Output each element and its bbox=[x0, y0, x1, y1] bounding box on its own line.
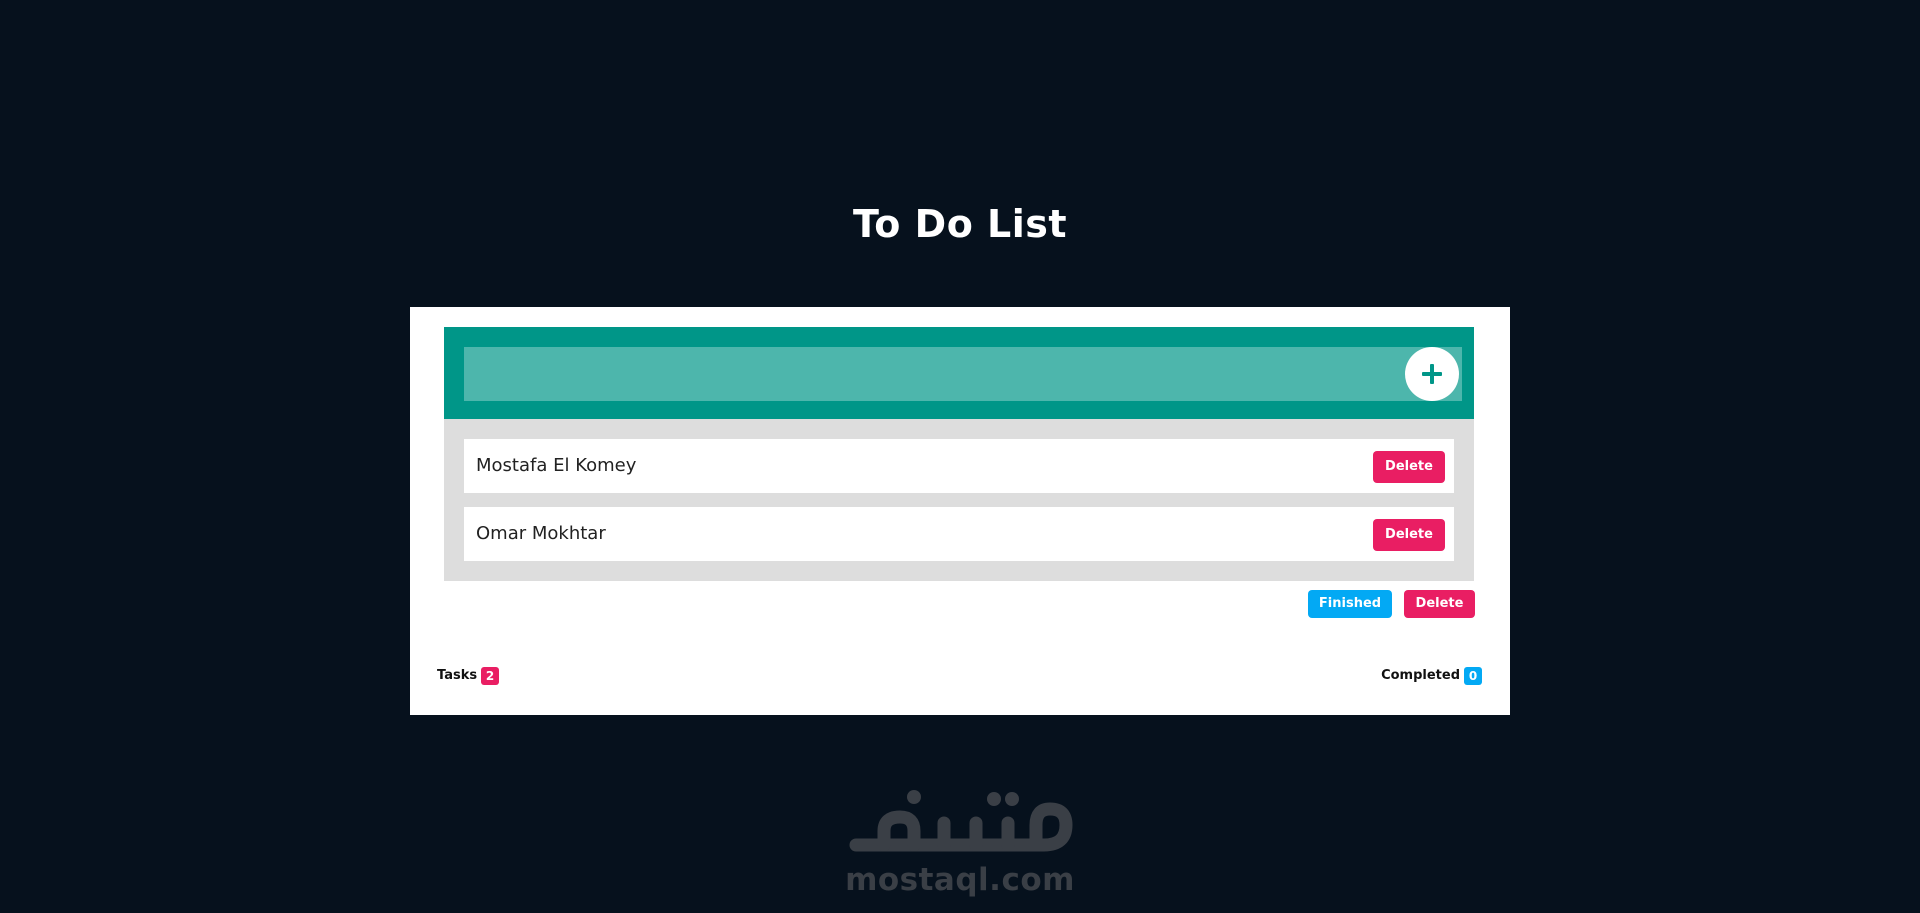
task-input[interactable] bbox=[464, 347, 1462, 401]
task-item: Mostafa El Komey Delete bbox=[464, 439, 1454, 493]
add-task-button[interactable] bbox=[1405, 347, 1459, 401]
tasks-count-label: Tasks bbox=[437, 668, 478, 683]
task-text[interactable]: Mostafa El Komey bbox=[476, 439, 636, 493]
todo-card: Mostafa El Komey Delete Omar Mokhtar Del… bbox=[410, 307, 1510, 715]
task-list: Mostafa El Komey Delete Omar Mokhtar Del… bbox=[444, 419, 1474, 581]
mostaql-url: mostaql.com bbox=[845, 862, 1075, 898]
mostaql-watermark: mostaql.com bbox=[844, 783, 1076, 897]
task-item: Omar Mokhtar Delete bbox=[464, 507, 1454, 561]
completed-count-stat: Completed 0 bbox=[1381, 667, 1482, 685]
completed-count-badge: 0 bbox=[1464, 667, 1482, 685]
delete-task-button[interactable]: Delete bbox=[1373, 519, 1445, 551]
plus-icon bbox=[1422, 364, 1442, 384]
finish-all-button[interactable]: Finished bbox=[1308, 590, 1392, 618]
delete-task-button[interactable]: Delete bbox=[1373, 451, 1445, 483]
tasks-count-badge: 2 bbox=[481, 667, 500, 685]
page-title: To Do List bbox=[852, 202, 1068, 246]
delete-all-button[interactable]: Delete bbox=[1404, 590, 1475, 618]
task-input-bar bbox=[444, 327, 1474, 419]
mostaql-logo bbox=[849, 790, 1073, 852]
completed-count-label: Completed bbox=[1381, 668, 1460, 683]
tasks-count-stat: Tasks 2 bbox=[437, 667, 500, 685]
task-text[interactable]: Omar Mokhtar bbox=[476, 507, 606, 561]
